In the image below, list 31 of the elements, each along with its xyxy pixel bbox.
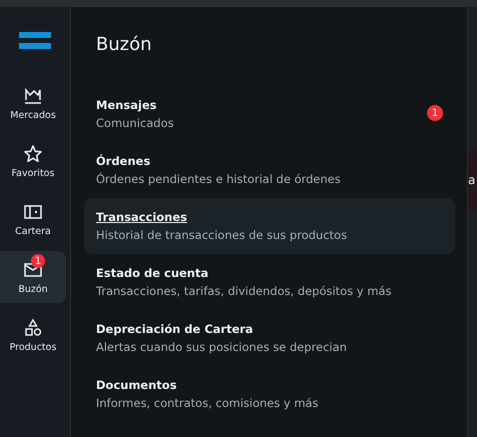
background-text: a [468,173,476,187]
menu-item[interactable]: Transacciones Historial de transacciones de sus productos [84,198,455,254]
sidebar-item[interactable]: Cartera [0,193,66,245]
menu-item[interactable]: Documentos Informes, contratos, comisiones y más [84,366,455,422]
sidebar-item[interactable]: Favoritos [0,135,66,187]
menu-item[interactable]: Depreciación de Cartera Alertas cuando sus posiciones se deprecian [84,310,455,366]
menu-item[interactable]: Mensajes Comunicados 1 [84,86,455,142]
menu-item[interactable]: Estado de cuenta Transacciones, tarifas, dividendos, depósitos y más [84,254,455,310]
item-title: Mensajes [96,98,158,112]
item-subtitle: Alertas cuando sus posiciones se deprecian [96,340,348,354]
star-icon [23,144,43,164]
item-subtitle: Transacciones, tarifas, dividendos, depósitos y más [96,284,392,298]
notification-badge: 1 [31,254,45,268]
logo-icon [19,32,51,49]
item-subtitle: Informes, contratos, comisiones y más [96,396,320,410]
item-subtitle: Comunicados [96,116,175,130]
item-subtitle: Órdenes pendientes e historial de órdenes [96,172,342,186]
sidebar-item[interactable]: Buzón 1 [0,251,66,303]
shapes-icon [23,318,43,338]
item-title: Depreciación de Cartera [96,322,254,336]
item-title: Documentos [96,378,178,392]
sidebar-item[interactable]: Productos [0,309,66,361]
notification-badge: 1 [427,105,443,121]
item-title: Transacciones [96,210,188,224]
item-title: Estado de cuenta [96,266,210,280]
item-title: Órdenes [96,154,152,168]
menu-item[interactable]: Órdenes Órdenes pendientes e historial de órdenes [84,142,455,198]
item-subtitle: Historial de transacciones de sus productos [96,228,348,242]
sidebar-item[interactable]: Mercados [0,77,66,129]
chart-icon [23,86,43,106]
panel-title: Buzón [96,34,153,55]
